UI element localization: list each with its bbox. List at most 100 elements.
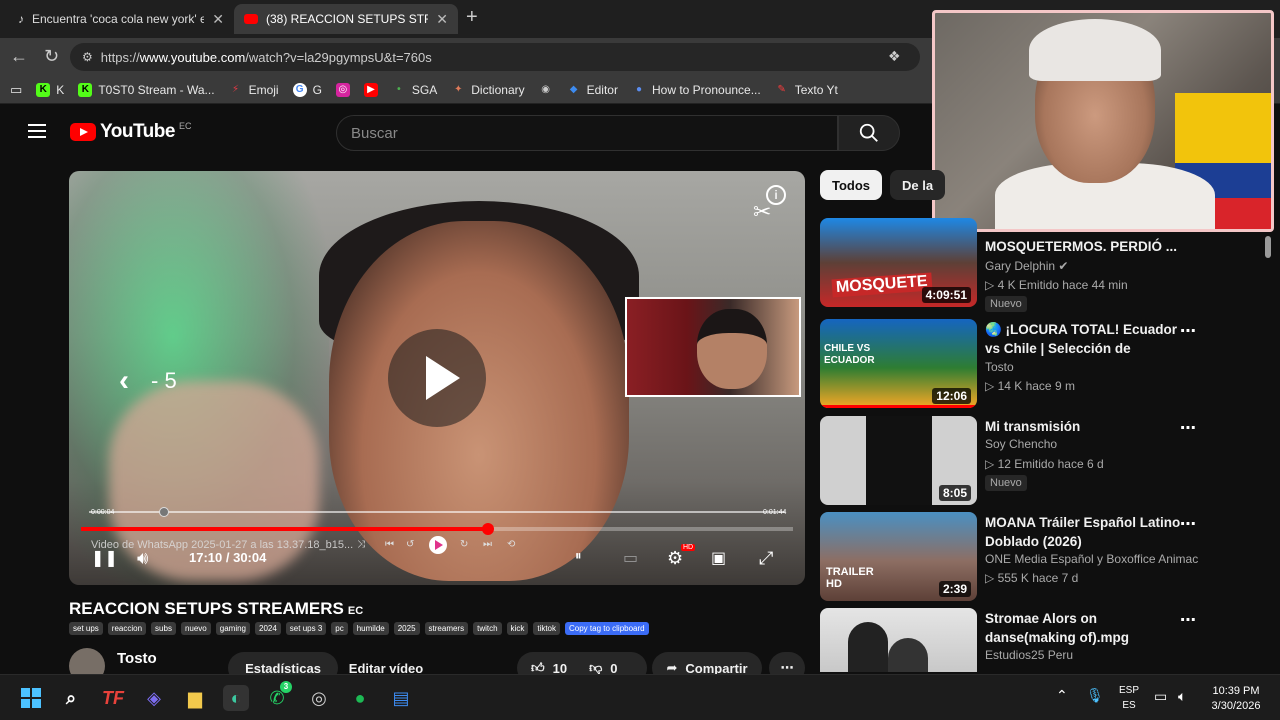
youtube-logo[interactable]: YouTube EC [70, 121, 191, 143]
close-tab-icon[interactable]: ✕ [436, 11, 448, 28]
scrollbar-thumb[interactable] [1265, 236, 1271, 258]
bookmark-item[interactable]: KK [36, 82, 64, 97]
search-icon[interactable]: ⌕ [58, 685, 84, 711]
video-thumbnail[interactable] [820, 608, 977, 672]
site-info-icon[interactable]: ⚙ [82, 50, 93, 64]
url-field[interactable]: ⚙ https://www.youtube.com/watch?v=la29pg… [70, 43, 920, 71]
reload-icon[interactable]: ↻ [44, 46, 59, 67]
more-options-icon[interactable]: ⋯ [1180, 418, 1196, 438]
more-options-icon[interactable]: ⋯ [1180, 610, 1196, 630]
sidebar-scrollbar[interactable] [1264, 232, 1272, 672]
bookmark-item[interactable]: ✎ Texto Yt [775, 83, 838, 97]
copy-tags-button[interactable]: Copy tag to clipboard [565, 622, 649, 635]
autoplay-toggle-icon[interactable]: ⏸ [575, 548, 582, 564]
fullscreen-icon[interactable]: ⤢ [759, 548, 773, 569]
recommendation-item[interactable]: Stromae Alors on danse(making of).mpg Es… [820, 608, 1220, 672]
tag[interactable]: nuevo [180, 622, 211, 635]
video-player[interactable]: ‹ - 5 i ✂ 0:00:04 0:01:44 Video de Whats… [69, 171, 805, 585]
tag[interactable]: subs [151, 622, 176, 635]
microphone-icon[interactable]: 🎙︎ [1086, 687, 1104, 704]
pause-icon[interactable]: ❚❚ [91, 548, 118, 568]
bookmarks-menu-icon[interactable]: ▭ [10, 82, 22, 98]
tag[interactable]: set ups 3 [285, 622, 327, 635]
tag[interactable]: twitch [473, 622, 502, 635]
tab-youtube-video[interactable]: (38) REACCION SETUPS STREAMERS ✕ [234, 4, 458, 34]
chip-all[interactable]: Todos [820, 170, 883, 200]
obs-icon[interactable]: ◎ [306, 685, 332, 711]
language-bottom[interactable]: ES [1116, 700, 1142, 711]
speaker-icon[interactable]: 🔈︎ [1178, 688, 1186, 705]
back-arrow-icon[interactable]: ← [10, 46, 28, 67]
bookmark-item[interactable]: ✦ Dictionary [451, 83, 525, 97]
bookmark-item[interactable]: ● How to Pronounce... [632, 83, 761, 97]
big-play-button[interactable] [388, 329, 486, 427]
bookmark-item[interactable]: ▶ [363, 82, 378, 97]
spotify-icon[interactable]: ● [347, 685, 373, 711]
recommendation-channel[interactable]: Soy Chencho [985, 437, 1057, 451]
volume-icon[interactable]: 🔊︎ [137, 548, 148, 569]
more-options-icon[interactable]: ⋯ [1180, 321, 1196, 341]
recommendation-title[interactable]: Mi transmisión [985, 417, 1185, 436]
bookmark-item[interactable]: ◉ [539, 83, 553, 97]
file-explorer-icon[interactable]: ▆ [182, 685, 208, 711]
video-thumbnail[interactable]: 8:05 [820, 416, 977, 505]
recommendation-item[interactable]: TRAILER HD 2:39 MOANA Tráiler Español La… [820, 512, 1220, 602]
channel-name[interactable]: Tosto [117, 650, 157, 667]
new-tab-button[interactable]: + [466, 6, 478, 29]
bookmark-item[interactable]: ◎ [335, 82, 350, 97]
progress-knob[interactable] [481, 523, 494, 535]
video-thumbnail[interactable]: MOSQUETE 4:09:51 [820, 218, 977, 307]
edge-browser-icon[interactable]: ◐ [223, 685, 249, 711]
app-diamond-icon[interactable]: ◈ [141, 685, 167, 711]
tag[interactable]: streamers [424, 622, 469, 635]
tag[interactable]: pc [331, 622, 348, 635]
recommendation-channel[interactable]: ONE Media Español y Boxoffice Animac [985, 552, 1198, 566]
chevron-up-icon[interactable]: ⌃ [1056, 687, 1068, 704]
tag[interactable]: set ups [69, 622, 103, 635]
bookmark-item[interactable]: • SGA [392, 83, 437, 97]
bookmark-item[interactable]: GG [292, 82, 322, 97]
menu-icon[interactable] [28, 124, 46, 138]
language-top[interactable]: ESP [1116, 685, 1142, 696]
tag[interactable]: humilde [352, 622, 389, 635]
tab-tiktok-search[interactable]: ♪ Encuentra 'coca cola new york' en ✕ [8, 4, 234, 34]
whatsapp-icon[interactable]: ✆ 3 [264, 681, 292, 711]
progress-bar[interactable] [81, 523, 793, 535]
recommendation-item[interactable]: 8:05 Mi transmisión Soy Chencho ▷ 12 Emi… [820, 416, 1220, 506]
bookmark-item[interactable]: ⚡ Emoji [229, 83, 279, 97]
recommendation-channel[interactable]: Gary Delphin ✔ [985, 259, 1068, 273]
tag[interactable]: tiktok [533, 622, 560, 635]
clock-date[interactable]: 3/30/2026 [1204, 700, 1268, 712]
video-thumbnail[interactable]: TRAILER HD 2:39 [820, 512, 977, 601]
network-icon[interactable]: ▭ [1154, 688, 1167, 705]
close-tab-icon[interactable]: ✕ [212, 11, 224, 28]
bookmark-item[interactable]: ◆ Editor [567, 83, 618, 97]
tag[interactable]: reaccion [107, 622, 147, 635]
recommendation-channel[interactable]: Tosto [985, 360, 1014, 374]
extensions-icon[interactable]: ❖ [888, 48, 901, 65]
tag[interactable]: kick [506, 622, 529, 635]
tag[interactable]: 2025 [393, 622, 420, 635]
notepad-icon[interactable]: ▤ [388, 685, 414, 711]
recommendation-title[interactable]: MOANA Tráiler Español Latino Doblado (20… [985, 513, 1185, 551]
recommendation-item[interactable]: CHILE VS ECUADOR 12:06 🌏 ¡LOCURA TOTAL! … [820, 319, 1220, 409]
subtitles-icon[interactable]: ▭ [623, 548, 638, 568]
tf-app-icon[interactable]: TF [100, 685, 126, 711]
theater-mode-icon[interactable]: ▣ [711, 548, 726, 568]
recommendation-title[interactable]: Stromae Alors on danse(making of).mpg [985, 609, 1185, 647]
clock-time[interactable]: 10:39 PM [1204, 685, 1268, 697]
recommendation-title[interactable]: 🌏 ¡LOCURA TOTAL! Ecuador vs Chile | Sele… [985, 320, 1185, 358]
chip-from-channel[interactable]: De la [890, 170, 946, 200]
video-thumbnail[interactable]: CHILE VS ECUADOR 12:06 [820, 319, 977, 408]
windows-start-icon[interactable] [18, 685, 44, 711]
recommendation-title[interactable]: MOSQUETERMOS. PERDIÓ ... [985, 237, 1185, 256]
bookmark-item[interactable]: K T0ST0 Stream - Wa... [78, 82, 215, 97]
search-button[interactable] [838, 115, 900, 151]
settings-gear-icon[interactable]: ⚙ [667, 548, 683, 569]
tag[interactable]: gaming [215, 622, 250, 635]
search-input[interactable]: Buscar [336, 115, 838, 151]
more-options-icon[interactable]: ⋯ [1180, 514, 1196, 534]
recommendation-item[interactable]: MOSQUETE 4:09:51 MOSQUETERMOS. PERDIÓ ..… [820, 218, 1220, 312]
recommendation-channel[interactable]: Estudios25 Peru [985, 648, 1073, 662]
tag[interactable]: 2024 [255, 622, 281, 635]
